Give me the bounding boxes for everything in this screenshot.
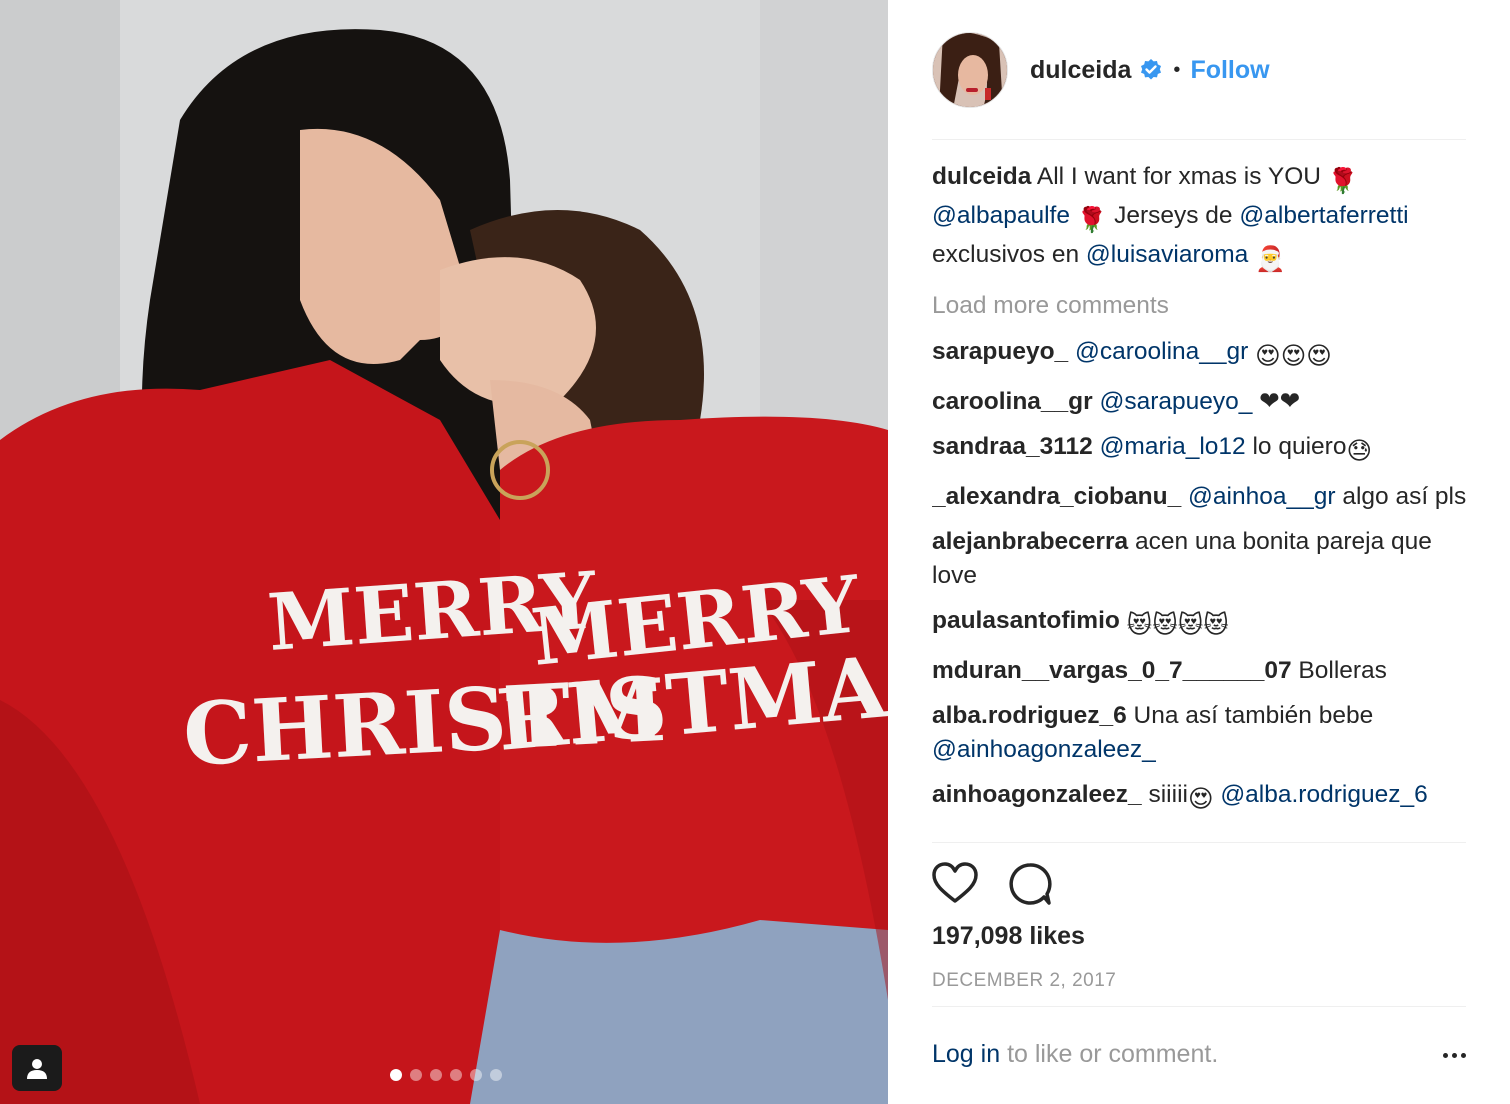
comment-emoji: 😍😍😍: [1255, 343, 1332, 370]
comment-emoji: 😻😻😻😻: [1126, 612, 1229, 639]
avatar-image: [933, 33, 1007, 107]
follow-button[interactable]: Follow: [1190, 56, 1269, 85]
comment-mention[interactable]: @alba.rodriguez_6: [1220, 781, 1427, 808]
rose-emoji-icon: 🌹: [1076, 207, 1108, 234]
likes-count[interactable]: 197,098 likes: [932, 922, 1085, 951]
comment-emoji: ❤❤: [1259, 388, 1301, 415]
header-separator: •: [1173, 58, 1181, 81]
header-divider: [932, 139, 1466, 140]
carousel-dot[interactable]: [490, 1069, 502, 1081]
comment-text: Una así también bebe: [1133, 702, 1374, 729]
comment-item: ainhoagonzaleez_ siiiii😍 @alba.rodriguez…: [932, 778, 1472, 817]
carousel-dot[interactable]: [390, 1069, 402, 1081]
heart-icon[interactable]: [932, 862, 978, 904]
comment-mention[interactable]: @caroolina__gr: [1075, 338, 1248, 365]
verified-badge-icon: [1141, 59, 1162, 80]
comments-list[interactable]: dulceida All I want for xmas is YOU 🌹 @a…: [932, 160, 1472, 842]
comment-username[interactable]: alejanbrabecerra: [932, 528, 1128, 555]
comment-username[interactable]: alba.rodriguez_6: [932, 702, 1127, 729]
photo-scene: MERRY CHRISTM MERRY RISTMAS: [0, 0, 888, 1104]
comment-username[interactable]: ainhoagonzaleez_: [932, 781, 1142, 808]
login-prompt: Log in to like or comment.: [932, 1040, 1466, 1069]
comment-username[interactable]: _alexandra_ciobanu_: [932, 483, 1181, 510]
caption-text-2: Jerseys de: [1114, 202, 1233, 229]
comment-text: siiiii: [1148, 781, 1188, 808]
post-side-panel: dulceida • Follow dulceida All I want fo…: [888, 0, 1510, 1104]
caption-mention-2[interactable]: @albertaferretti: [1239, 202, 1408, 229]
avatar[interactable]: [932, 32, 1008, 108]
comment-item: mduran__vargas_0_7______07 Bolleras: [932, 654, 1472, 688]
comment-mention[interactable]: @ainhoagonzaleez_: [932, 736, 1156, 763]
carousel-dot[interactable]: [470, 1069, 482, 1081]
comment-emoji: 😓: [1346, 438, 1372, 465]
comment-text: algo así pls: [1342, 483, 1467, 510]
rose-emoji-icon: 🌹: [1327, 168, 1359, 195]
action-bar: [932, 862, 1052, 906]
login-text: to like or comment.: [1007, 1040, 1219, 1068]
carousel-indicator: [390, 1069, 502, 1081]
footer-divider: [932, 1006, 1466, 1007]
comment-icon[interactable]: [1008, 862, 1052, 906]
more-options-icon[interactable]: [1426, 1038, 1466, 1072]
load-more-comments-button[interactable]: Load more comments: [932, 289, 1472, 323]
user-tag-icon: [27, 1059, 47, 1079]
post-photo[interactable]: MERRY CHRISTM MERRY RISTMAS: [0, 0, 888, 1104]
comment-item: alejanbrabecerra acen una bonita pareja …: [932, 525, 1472, 593]
comment-mention[interactable]: @maria_lo12: [1100, 433, 1246, 460]
comments-divider: [932, 842, 1466, 843]
carousel-dot[interactable]: [450, 1069, 462, 1081]
comment-mention[interactable]: @ainhoa__gr: [1188, 483, 1335, 510]
caption-text-3: exclusivos en: [932, 241, 1080, 268]
comment-item: paulasantofimio 😻😻😻😻: [932, 604, 1472, 643]
comment-item: sarapueyo_ @caroolina__gr 😍😍😍: [932, 335, 1472, 374]
caption-username[interactable]: dulceida: [932, 163, 1031, 190]
comment-username[interactable]: paulasantofimio: [932, 607, 1120, 634]
comment-username[interactable]: mduran__vargas_0_7______07: [932, 657, 1292, 684]
user-tag-button[interactable]: [12, 1045, 62, 1091]
comment-username[interactable]: sandraa_3112: [932, 433, 1093, 460]
comment-username[interactable]: caroolina__gr: [932, 388, 1093, 415]
comment-item: _alexandra_ciobanu_ @ainhoa__gr algo así…: [932, 480, 1472, 514]
caption-mention-1[interactable]: @albapaulfe: [932, 202, 1070, 229]
post-header: dulceida • Follow: [932, 32, 1270, 108]
comment-text: lo quiero: [1252, 433, 1347, 460]
carousel-dot[interactable]: [410, 1069, 422, 1081]
comment-item: sandraa_3112 @maria_lo12 lo quiero😓: [932, 430, 1472, 469]
caption-mention-3[interactable]: @luisaviaroma: [1086, 241, 1248, 268]
carousel-dot[interactable]: [430, 1069, 442, 1081]
comment-item: alba.rodriguez_6 Una así también bebe @a…: [932, 699, 1472, 767]
comment-emoji: 😍: [1187, 786, 1214, 813]
comment-mention[interactable]: @sarapueyo_: [1100, 388, 1253, 415]
comment-text: Bolleras: [1298, 657, 1387, 684]
login-link[interactable]: Log in: [932, 1040, 1000, 1068]
comment-username[interactable]: sarapueyo_: [932, 338, 1068, 365]
caption-text-1: All I want for xmas is YOU: [1036, 163, 1321, 190]
santa-emoji-icon: 🎅: [1255, 246, 1286, 273]
comment-item: caroolina__gr @sarapueyo_ ❤❤: [932, 385, 1472, 419]
post-caption: dulceida All I want for xmas is YOU 🌹 @a…: [932, 160, 1472, 277]
post-date: DECEMBER 2, 2017: [932, 970, 1117, 991]
header-username[interactable]: dulceida: [1030, 56, 1131, 85]
